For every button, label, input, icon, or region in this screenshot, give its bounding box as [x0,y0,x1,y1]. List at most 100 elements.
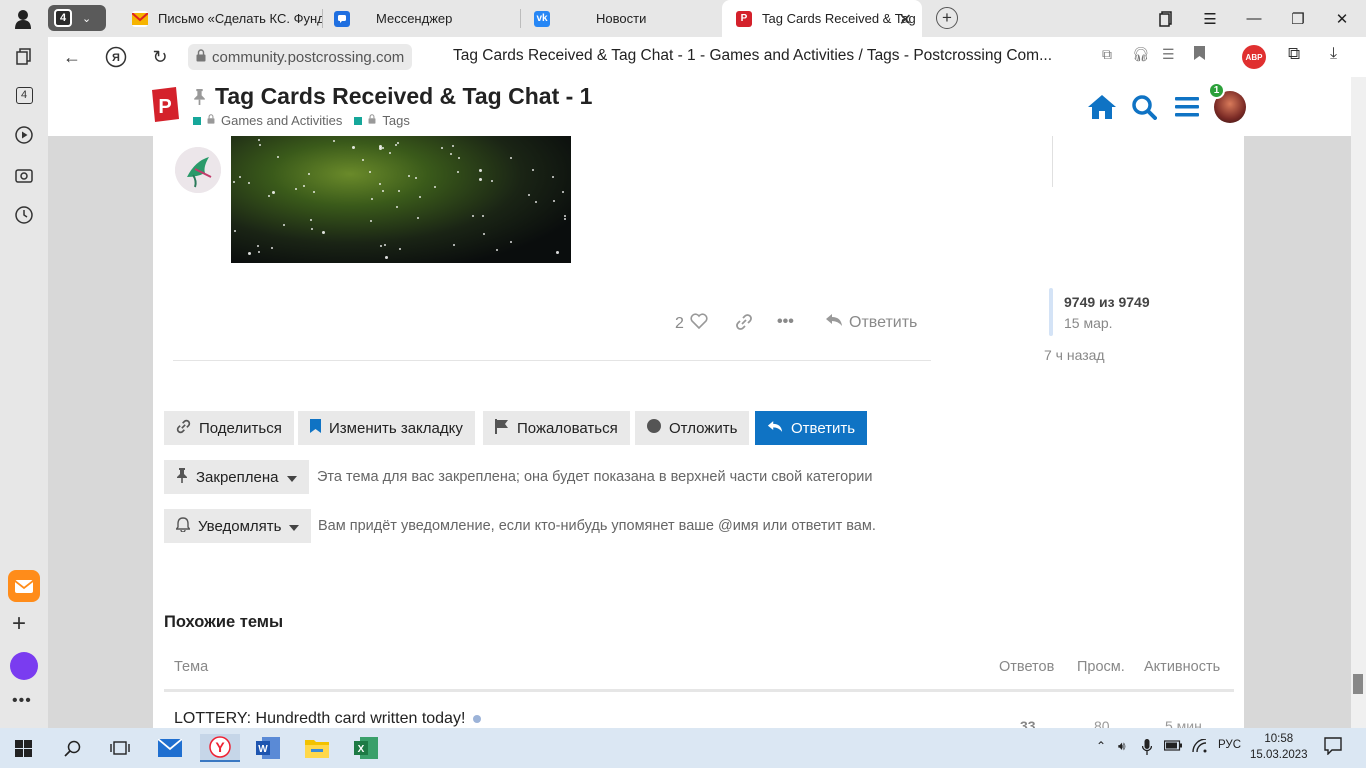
similar-topic-link[interactable]: LOTTERY: Hundredth card written today! [174,710,482,728]
windows-start-icon[interactable] [8,734,38,762]
postcrossing-logo[interactable]: P [150,87,180,123]
minimize-icon[interactable]: — [1232,0,1276,37]
defer-button[interactable]: Отложить [635,411,750,445]
mail-app-icon[interactable] [155,734,185,762]
lock-icon [368,114,376,127]
input-language[interactable]: РУС [1218,739,1241,751]
tab-count-button[interactable]: 4 ⌄ [48,5,106,31]
timeline-last-activity[interactable]: 7 ч назад [1044,347,1105,363]
volume-icon[interactable]: 🔊︎ [1118,739,1126,754]
bookmark-button[interactable]: Изменить закладку [298,411,475,445]
reply-button[interactable]: Ответить [755,411,868,445]
tab-postcrossing[interactable]: P Tag Cards Received & Tag ✕ [722,0,922,37]
column-views[interactable]: Просм. [1077,659,1125,675]
bookmark-icon [310,419,321,437]
headphones-icon[interactable]: 🎧︎ [1132,46,1150,63]
timeline-handle[interactable] [1049,288,1053,336]
taskbar-clock[interactable]: 10:58 15.03.2023 [1250,731,1308,763]
star-dot [333,140,335,142]
like-button[interactable]: 2 [675,313,708,334]
yandex-icon[interactable]: Я [104,45,128,69]
yandex-browser-icon[interactable]: Y [200,734,240,762]
tab-mail[interactable]: Письмо «Сделать КС. Фунд [118,0,322,37]
tabs-sidebar-icon[interactable]: 4 [12,83,36,107]
restore-icon[interactable]: ❐ [1276,0,1320,37]
screenshot-icon[interactable] [12,163,36,187]
collections-icon[interactable] [1144,0,1188,37]
hamburger-menu-icon[interactable] [1172,93,1202,121]
star-dot [258,139,260,141]
collections-sidebar-icon[interactable] [12,45,36,69]
address-page-title[interactable]: Tag Cards Received & Tag Chat - 1 - Game… [453,47,1052,65]
post-reply-button[interactable]: Ответить [825,313,917,332]
add-panel-icon[interactable]: + [12,610,26,638]
tab-messenger[interactable]: Мессенджер [320,0,520,37]
star-dot [272,191,275,194]
new-tab-button[interactable]: + [936,7,958,29]
post-image[interactable] [231,136,571,263]
reader-mode-icon[interactable]: ☰ [1162,46,1175,63]
profile-icon[interactable] [0,0,46,37]
star-dot [379,145,382,148]
more-icon[interactable]: ••• [12,692,32,710]
bookmark-icon[interactable] [1194,46,1205,63]
star-dot [532,169,534,171]
flag-button[interactable]: Пожаловаться [483,411,630,445]
copy-link-button[interactable] [735,313,753,336]
pinned-dropdown[interactable]: Закреплена [164,460,309,494]
network-icon[interactable] [1192,738,1208,756]
reload-icon[interactable]: ↻ [148,45,172,69]
clock-date: 15.03.2023 [1250,749,1308,761]
star-dot [257,245,259,247]
star-dot [417,217,419,219]
alice-icon[interactable] [10,652,38,680]
tab-news[interactable]: vk Новости [520,0,720,37]
file-explorer-icon[interactable] [302,734,332,762]
menu-icon[interactable]: ☰ [1188,0,1232,37]
search-icon[interactable] [57,734,87,762]
breadcrumb: Games and Activities Tags [193,113,410,128]
history-icon[interactable] [12,203,36,227]
topic-title[interactable]: Tag Cards Received & Tag Chat - 1 [215,83,592,110]
share-page-icon[interactable]: ⧉ [1102,46,1112,63]
breadcrumb-category[interactable]: Games and Activities [221,113,342,128]
adblock-icon[interactable]: ABP [1242,45,1266,69]
close-icon[interactable]: ✕ [899,10,912,30]
scrollbar-thumb[interactable] [1353,674,1363,694]
battery-icon[interactable] [1163,739,1182,754]
more-actions-button[interactable]: ••• [777,313,794,331]
notification-badge[interactable]: 1 [1208,82,1225,99]
similar-topic-activity[interactable]: 5 мин [1165,718,1202,728]
task-view-icon[interactable] [105,734,135,762]
extensions-icon[interactable]: ⧉ [1288,44,1300,64]
search-icon[interactable] [1129,93,1159,121]
breadcrumb-subcategory[interactable]: Tags [382,113,409,128]
share-button[interactable]: Поделиться [164,411,294,445]
notification-level-dropdown[interactable]: Уведомлять [164,509,312,543]
close-window-icon[interactable]: ✕ [1320,0,1364,37]
column-topic: Тема [174,659,209,675]
chevron-up-icon[interactable]: ⌃ [1096,739,1106,753]
reply-icon [825,313,843,332]
url-domain[interactable]: community.postcrossing.com [188,44,413,70]
mail-app-icon[interactable] [8,570,40,602]
similar-topic-replies: 33 [1020,718,1036,728]
post-author-avatar[interactable] [175,147,221,193]
star-dot [408,175,410,177]
star-dot [371,198,373,200]
defer-label: Отложить [669,419,738,437]
excel-icon[interactable]: X [351,734,381,762]
similar-topic-views: 80 [1094,718,1110,728]
download-icon[interactable]: ⤓ [1330,45,1337,63]
page-viewport: 2 ••• Ответить 9749 из 9749 15 мар. 7 ч … [48,77,1366,728]
column-activity[interactable]: Активность [1144,659,1220,675]
back-icon[interactable]: ← [60,45,84,69]
word-icon[interactable]: W [253,734,283,762]
page-scrollbar[interactable] [1351,77,1366,728]
microphone-icon[interactable] [1141,739,1153,758]
category-badge [193,116,201,125]
video-icon[interactable] [12,123,36,147]
home-icon[interactable] [1087,93,1117,121]
notifications-center-icon[interactable] [1324,737,1342,758]
column-replies[interactable]: Ответов [999,659,1054,675]
